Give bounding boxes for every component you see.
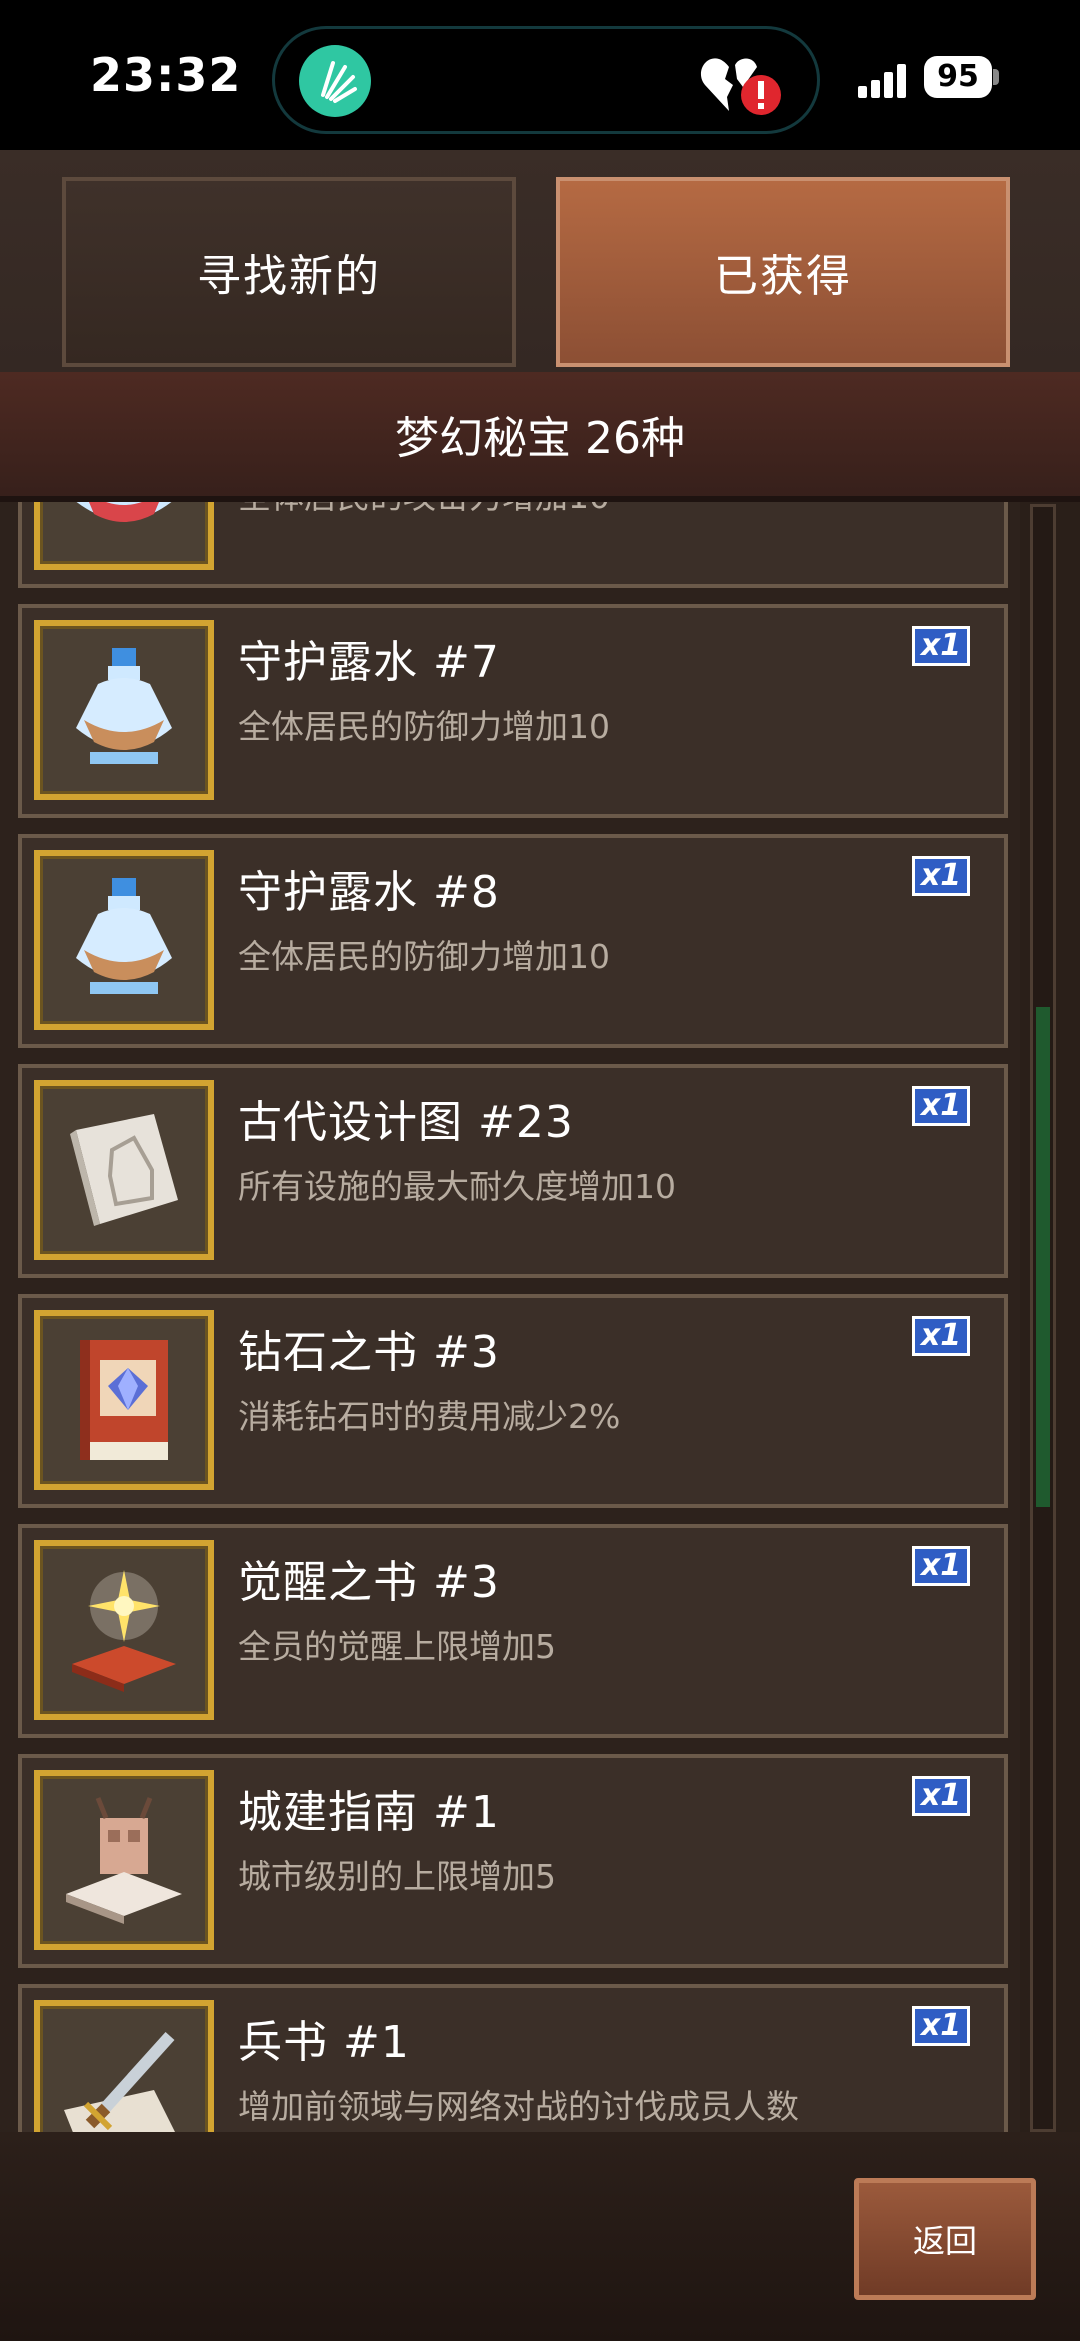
item-title: 城建指南 #1	[238, 1787, 500, 1838]
quantity-badge: x1	[912, 1776, 970, 1816]
signal-icon	[858, 60, 914, 100]
back-button[interactable]: 返回	[854, 2178, 1036, 2300]
dynamic-island	[272, 26, 820, 134]
list-item[interactable]: 全体居民的攻击力增加10	[18, 502, 1008, 588]
item-title: 钻石之书 #3	[238, 1327, 500, 1378]
item-title: 兵书 #1	[238, 2017, 410, 2068]
list-item[interactable]: 兵书 #1 增加前领域与网络对战的讨伐成员人数 x1	[18, 1984, 1008, 2132]
quantity-badge: x1	[912, 1316, 970, 1356]
list-item[interactable]: 觉醒之书 #3 全员的觉醒上限增加5 x1	[18, 1524, 1008, 1738]
item-desc: 全体居民的攻击力增加10	[238, 502, 610, 518]
item-desc: 消耗钻石时的费用减少2%	[238, 1397, 621, 1436]
item-desc: 全体居民的防御力增加10	[238, 937, 610, 976]
quantity-badge: x1	[912, 2006, 970, 2046]
battery-icon	[993, 69, 999, 85]
list-item[interactable]: 钻石之书 #3 消耗钻石时的费用减少2% x1	[18, 1294, 1008, 1508]
status-bar: 23:32 95	[0, 0, 1080, 150]
item-title: 觉醒之书 #3	[238, 1557, 500, 1608]
list-item[interactable]: 守护露水 #8 全体居民的防御力增加10 x1	[18, 834, 1008, 1048]
battery-level: 95	[924, 56, 992, 98]
app-activity-icon	[299, 45, 371, 117]
item-desc: 所有设施的最大耐久度增加10	[238, 1167, 676, 1206]
scrollbar-thumb[interactable]	[1036, 1007, 1050, 1507]
sword-scroll-icon	[34, 2000, 214, 2132]
list-item[interactable]: 城建指南 #1 城市级别的上限增加5 x1	[18, 1754, 1008, 1968]
quantity-badge: x1	[912, 856, 970, 896]
red-potion-icon	[34, 502, 214, 570]
list-item[interactable]: 守护露水 #7 全体居民的防御力增加10 x1	[18, 604, 1008, 818]
item-desc: 全员的觉醒上限增加5	[238, 1627, 556, 1666]
section-title: 梦幻秘宝 26种	[0, 372, 1080, 502]
treasure-list[interactable]: 全体居民的攻击力增加10 守护露水 #7 全体居民的防御力增加10 x1	[0, 502, 1020, 2132]
quantity-badge: x1	[912, 1546, 970, 1586]
quantity-badge: x1	[912, 626, 970, 666]
city-guide-icon	[34, 1770, 214, 1950]
clock: 23:32	[90, 48, 242, 102]
item-title: 守护露水 #7	[238, 637, 500, 688]
tab-obtained[interactable]: 已获得	[556, 177, 1010, 367]
potion-icon	[34, 850, 214, 1030]
broken-heart-alert-icon	[699, 51, 787, 121]
blueprint-icon	[34, 1080, 214, 1260]
diamond-book-icon	[34, 1310, 214, 1490]
item-desc: 增加前领域与网络对战的讨伐成员人数	[238, 2087, 799, 2126]
awakening-book-icon	[34, 1540, 214, 1720]
item-desc: 全体居民的防御力增加10	[238, 707, 610, 746]
item-title: 古代设计图 #23	[238, 1097, 574, 1148]
potion-icon	[34, 620, 214, 800]
tab-bar: 寻找新的 已获得	[0, 150, 1080, 372]
scrollbar[interactable]	[1030, 504, 1056, 2132]
tab-find-new[interactable]: 寻找新的	[62, 177, 516, 367]
item-desc: 城市级别的上限增加5	[238, 1857, 556, 1896]
list-item[interactable]: 古代设计图 #23 所有设施的最大耐久度增加10 x1	[18, 1064, 1008, 1278]
item-title: 守护露水 #8	[238, 867, 500, 918]
quantity-badge: x1	[912, 1086, 970, 1126]
